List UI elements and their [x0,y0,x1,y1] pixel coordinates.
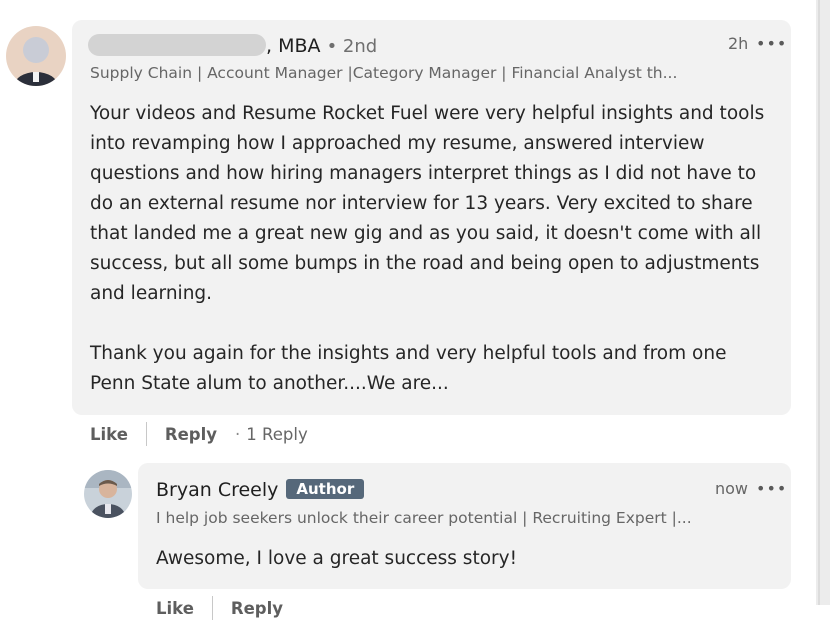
comment-actions: Like Reply · 1 Reply [90,422,308,446]
comment-time: 2h [728,34,749,53]
like-button[interactable]: Like [90,425,128,444]
reply-body: Awesome, I love a great success story! [156,548,517,569]
commenter-headline: Supply Chain | Account Manager |Category… [90,64,678,82]
comment-body-line: Thank you again for the insights and ver… [90,343,727,364]
comment-body: Your videos and Resume Rocket Fuel were … [90,99,764,399]
action-divider [211,596,213,620]
separator-dot: · [235,425,241,444]
comment-body-line: Penn State alum to another....We are... [90,373,449,394]
comment-body-line: into revamping how I approached my resum… [90,133,705,154]
replies-count-link[interactable]: 1 Reply [246,425,307,444]
commenter-name[interactable]: , MBA • 2nd [88,34,377,57]
comment-body-line: and learning. [90,283,213,304]
reply-like-button[interactable]: Like [156,599,194,618]
reply-avatar[interactable] [84,470,132,518]
author-badge: Author [286,479,365,499]
reply-author-name[interactable]: Bryan Creely Author [156,479,365,501]
reply-actions: Like Reply [156,596,283,620]
comment-body-line: success, but all some bumps in the road … [90,253,760,274]
connection-degree: • 2nd [326,36,378,57]
comment-body-line: do an external resume nor interview for … [90,193,753,214]
reply-more-icon[interactable]: ••• [756,479,787,498]
comment-body-line: questions and how hiring managers interp… [90,163,757,184]
commenter-name-suffix: , MBA [266,35,321,57]
reply-button[interactable]: Reply [165,425,217,444]
reply-author-headline: I help job seekers unlock their career p… [156,509,692,527]
comment-body-line: that landed me a great new gig and as yo… [90,223,762,244]
page-scroll-edge [816,0,830,605]
comment-body-line: Your videos and Resume Rocket Fuel were … [90,103,765,124]
reply-time: now [715,479,749,498]
action-divider [145,422,147,446]
commenter-avatar[interactable] [6,26,66,86]
reply-reply-button[interactable]: Reply [231,599,283,618]
redacted-name [88,34,266,56]
reply-author-name-text: Bryan Creely [156,479,279,501]
comment-more-icon[interactable]: ••• [756,34,787,53]
